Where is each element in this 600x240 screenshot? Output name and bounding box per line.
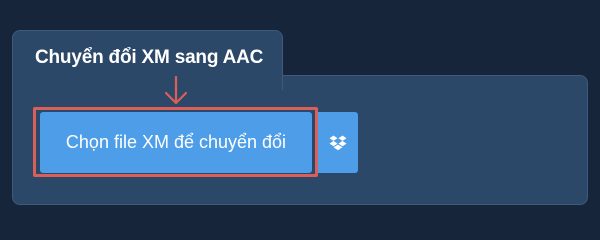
down-arrow-icon xyxy=(164,75,188,105)
panel-tab: Chuyển đổi XM sang AAC xyxy=(12,30,283,90)
highlight-box xyxy=(33,107,318,177)
dropbox-icon xyxy=(329,135,346,150)
panel-title: Chuyển đổi XM sang AAC xyxy=(35,47,264,68)
dropbox-button[interactable] xyxy=(317,112,358,173)
converter-page: Chuyển đổi XM sang AAC Chọn file XM để c… xyxy=(0,0,600,230)
